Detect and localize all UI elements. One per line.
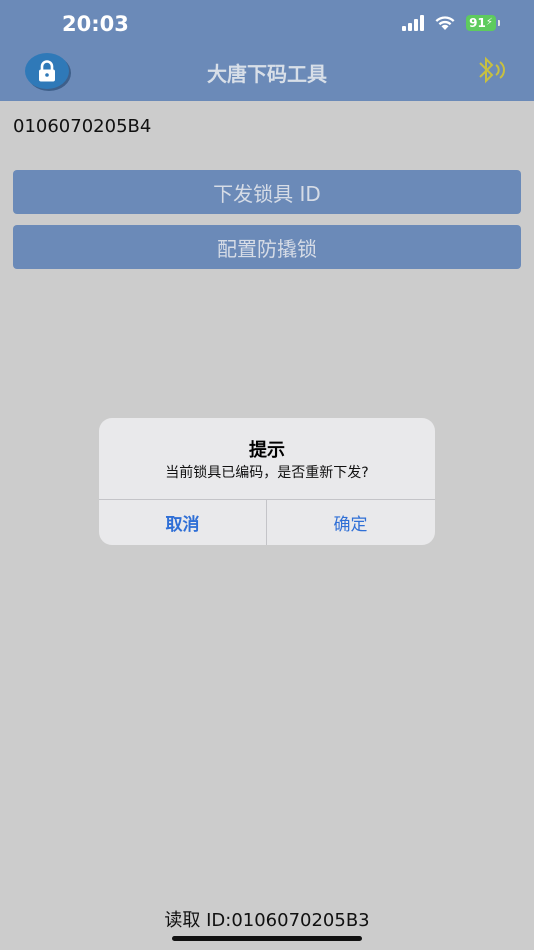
status-time: 20:03 <box>62 12 129 36</box>
home-indicator[interactable] <box>172 936 362 941</box>
battery-level: 91 <box>469 15 486 30</box>
confirm-button[interactable]: 确定 <box>267 500 434 545</box>
cancel-button[interactable]: 取消 <box>99 500 266 545</box>
wifi-icon <box>435 16 455 30</box>
bluetooth-icon[interactable] <box>474 55 506 85</box>
battery-icon: 91 ⚡ <box>466 14 500 31</box>
page-title: 大唐下码工具 <box>207 62 327 86</box>
cellular-signal-icon <box>402 14 424 31</box>
confirm-dialog: 提示 当前锁具已编码，是否重新下发? 取消 确定 <box>99 418 435 545</box>
dialog-message: 当前锁具已编码，是否重新下发? <box>165 465 369 481</box>
app-header: 20:03 91 ⚡ 大唐下码工具 <box>0 0 534 101</box>
dialog-title: 提示 <box>249 440 285 461</box>
status-icons: 91 ⚡ <box>402 14 500 31</box>
